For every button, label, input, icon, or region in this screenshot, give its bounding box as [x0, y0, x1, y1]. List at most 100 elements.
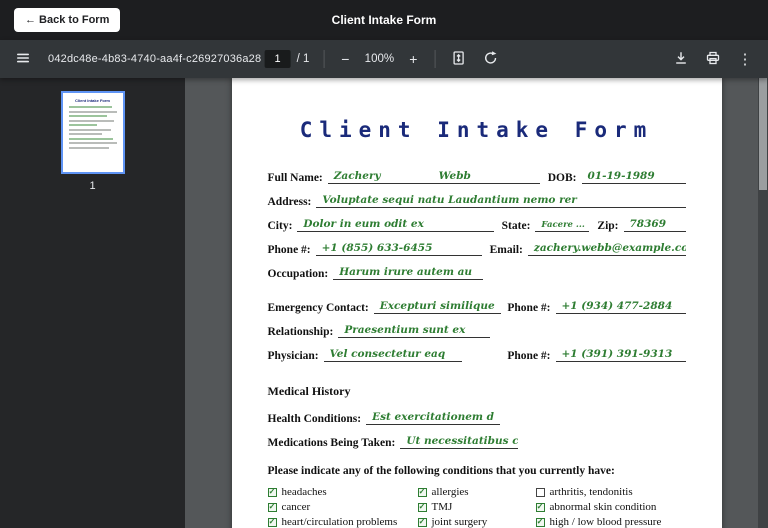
- viewer-body: Client Intake Form 1 Client Intake Form …: [0, 78, 768, 528]
- thumbnail-line: [69, 120, 115, 122]
- phone-email-row: Phone #: +1 (855) 633-6455 Email: zacher…: [268, 242, 686, 256]
- zoom-in-button[interactable]: +: [402, 48, 424, 70]
- page-number-input[interactable]: [265, 50, 291, 68]
- form-title: Client Intake Form: [268, 118, 686, 142]
- full-name-value: Zachery Webb: [328, 170, 540, 184]
- state-value: Facere ...: [535, 220, 589, 232]
- thumbnail-line: [69, 142, 117, 144]
- thumbnail-line: [69, 138, 113, 140]
- medications-row: Medications Being Taken: Ut necessitatib…: [268, 435, 686, 449]
- condition-item: ✓ abnormal skin condition: [536, 501, 686, 513]
- address-label: Address:: [268, 196, 317, 208]
- condition-label: abnormal skin condition: [550, 501, 657, 513]
- print-button[interactable]: [700, 46, 726, 72]
- health-conditions-row: Health Conditions: Est exercitationem d: [268, 411, 686, 425]
- conditions-prompt: Please indicate any of the following con…: [268, 465, 686, 477]
- thumbnail-line: [69, 111, 117, 113]
- more-options-button[interactable]: ⋮: [732, 46, 758, 72]
- physician-row: Physician: Vel consectetur eaq Phone #: …: [268, 348, 686, 362]
- page-1-thumbnail[interactable]: Client Intake Form: [61, 91, 125, 174]
- address-value: Voluptate sequi natu Laudantium nemo rer: [316, 194, 685, 208]
- condition-label: high / low blood pressure: [550, 516, 662, 528]
- conditions-column-1: ✓ headaches ✓ cancer ✓heart/circulation prob…: [268, 486, 418, 528]
- emergency-contact-label: Emergency Contact:: [268, 302, 374, 314]
- condition-item: ✓ high / low blood pressure: [536, 516, 686, 528]
- thumbnail-line: [69, 115, 107, 117]
- sidebar-menu-button[interactable]: [10, 46, 36, 72]
- download-button[interactable]: [668, 46, 694, 72]
- document-id: 042dc48e-4b83-4740-aa4f-c26927036a28: [48, 53, 261, 65]
- rotate-icon: [482, 50, 498, 69]
- thumbnail-page-number: 1: [89, 180, 95, 192]
- email-value: zachery.webb@example.com: [528, 242, 686, 256]
- toolbar-right: ⋮: [668, 46, 758, 72]
- condition-label: joint surgery: [432, 516, 488, 528]
- zoom-out-button[interactable]: −: [334, 48, 356, 70]
- condition-label: allergies: [432, 486, 469, 498]
- occupation-label: Occupation:: [268, 268, 334, 280]
- kebab-menu-icon: ⋮: [738, 52, 753, 67]
- occupation-row: Occupation: Harum irure autem au: [268, 266, 686, 280]
- health-conditions-label: Health Conditions:: [268, 413, 367, 425]
- print-icon: [705, 50, 721, 69]
- pdf-toolbar: 042dc48e-4b83-4740-aa4f-c26927036a28 / 1…: [0, 40, 768, 78]
- condition-label: cancer: [282, 501, 311, 513]
- conditions-column-3: arthritis, tendonitis ✓ abnormal skin cond…: [536, 486, 686, 528]
- last-name: Webb: [439, 170, 471, 182]
- health-conditions-value: Est exercitationem d: [366, 411, 500, 425]
- zoom-level: 100%: [362, 53, 396, 65]
- relationship-row: Relationship: Praesentium sunt ex: [268, 324, 686, 338]
- medications-label: Medications Being Taken:: [268, 437, 401, 449]
- conditions-column-2: ✓allergies✓TMJ✓joint surgery✓varicose ve…: [418, 486, 536, 528]
- condition-item: ✓ allergies: [418, 486, 536, 498]
- checkbox-checked-icon: ✓: [268, 518, 277, 527]
- relationship-value: Praesentium sunt ex: [338, 324, 490, 338]
- thumbnail-line: [69, 133, 103, 135]
- condition-item: ✓ headaches: [268, 486, 418, 498]
- zip-label: Zip:: [589, 220, 623, 232]
- full-name-row: Full Name: Zachery Webb DOB: 01-19-1989: [268, 170, 686, 184]
- email-label: Email:: [482, 244, 528, 256]
- download-icon: [673, 50, 689, 69]
- thumbnail-panel: Client Intake Form 1: [0, 78, 185, 528]
- condition-label: headaches: [282, 486, 327, 498]
- zip-value: 78369: [624, 218, 686, 232]
- checkbox-checked-icon: ✓: [418, 518, 427, 527]
- phone-label: Phone #:: [268, 244, 316, 256]
- thumbnail-title: Client Intake Form: [69, 98, 117, 103]
- back-to-form-button[interactable]: ← Back to Form: [14, 8, 120, 32]
- app-window: ← Back to Form Client Intake Form 042dc4…: [0, 0, 768, 528]
- physician-phone-label: Phone #:: [507, 350, 555, 362]
- condition-label: arthritis, tendonitis: [550, 486, 633, 498]
- emergency-phone-label: Phone #:: [507, 302, 555, 314]
- medical-history-heading: Medical History: [268, 384, 686, 399]
- city-value: Dolor in eum odit ex: [297, 218, 493, 232]
- pdf-canvas: Client Intake Form Full Name: Zachery We…: [185, 78, 768, 528]
- checkbox-checked-icon: ✓: [268, 503, 277, 512]
- condition-label: TMJ: [432, 501, 453, 513]
- emergency-contact-row: Emergency Contact: Excepturi similique P…: [268, 300, 686, 314]
- toolbar-center: / 1 − 100% +: [265, 46, 504, 72]
- address-row: Address: Voluptate sequi natu Laudantium…: [268, 194, 686, 208]
- toolbar-left: 042dc48e-4b83-4740-aa4f-c26927036a28: [10, 46, 261, 72]
- scrollbar-thumb[interactable]: [759, 78, 767, 190]
- fit-page-button[interactable]: [445, 46, 471, 72]
- top-app-bar: ← Back to Form Client Intake Form: [0, 0, 768, 40]
- rotate-button[interactable]: [477, 46, 503, 72]
- condition-item: ✓TMJ: [418, 501, 536, 513]
- state-label: State:: [494, 220, 536, 232]
- condition-item: arthritis, tendonitis: [536, 486, 686, 498]
- condition-item: ✓ cancer: [268, 501, 418, 513]
- medications-value: Ut necessitatibus co: [400, 435, 518, 449]
- conditions-grid: ✓ headaches ✓ cancer ✓heart/circulation prob…: [268, 486, 686, 528]
- condition-item: ✓ joint surgery: [418, 516, 536, 528]
- scrollbar[interactable]: [758, 78, 768, 528]
- occupation-value: Harum irure autem au: [333, 266, 483, 280]
- fit-page-icon: [450, 50, 466, 69]
- condition-item: ✓heart/circulation problems: [268, 516, 418, 528]
- checkbox-checked-icon: ✓: [418, 488, 427, 497]
- physician-phone-value: +1 (391) 391-9313: [556, 348, 686, 362]
- checkbox-checked-icon: ✓: [268, 488, 277, 497]
- checkbox-checked-icon: ✓: [536, 503, 545, 512]
- checkbox-checked-icon: ✓: [536, 518, 545, 527]
